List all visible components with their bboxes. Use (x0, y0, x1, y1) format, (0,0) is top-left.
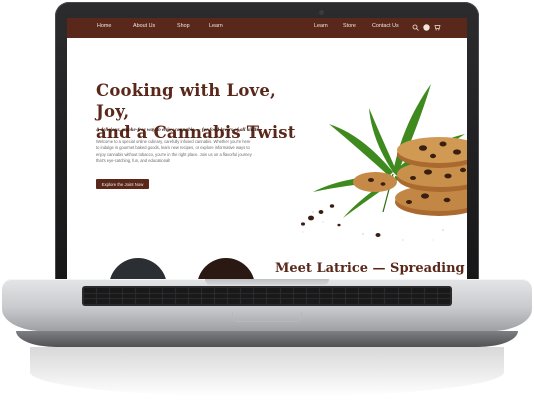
webcam-icon (319, 10, 324, 15)
hero-description: Welcome to a special online culinary, ca… (96, 139, 252, 163)
nav-learn-right-link[interactable]: Learn (314, 23, 328, 29)
laptop-keyboard (82, 286, 452, 306)
nav-contact-link[interactable]: Contact Us (372, 23, 399, 29)
account-icon[interactable] (423, 24, 430, 31)
laptop-screen: Home About Us Shop Learn Learn Store Con… (67, 18, 467, 290)
nav-home-link[interactable]: Home (97, 23, 111, 29)
nav-about-link[interactable]: About Us (133, 23, 155, 29)
search-icon[interactable] (412, 24, 419, 31)
section-heading: Meet Latrice — Spreading (275, 261, 465, 276)
nav-store-link[interactable]: Store (343, 23, 356, 29)
cookies-and-cannabis-leaf-image (301, 84, 467, 241)
nav-learn-link[interactable]: Learn (209, 23, 223, 29)
laptop-reflection (30, 347, 504, 397)
nav-shop-link[interactable]: Shop (177, 23, 190, 29)
explore-button[interactable]: Explore the Joint Now (96, 179, 149, 189)
laptop-trackpad (232, 312, 302, 322)
navigation-bar: Home About Us Shop Learn Learn Store Con… (67, 18, 467, 38)
cart-icon[interactable] (434, 24, 441, 31)
laptop-hinge (205, 279, 329, 285)
laptop-foot (16, 331, 518, 347)
